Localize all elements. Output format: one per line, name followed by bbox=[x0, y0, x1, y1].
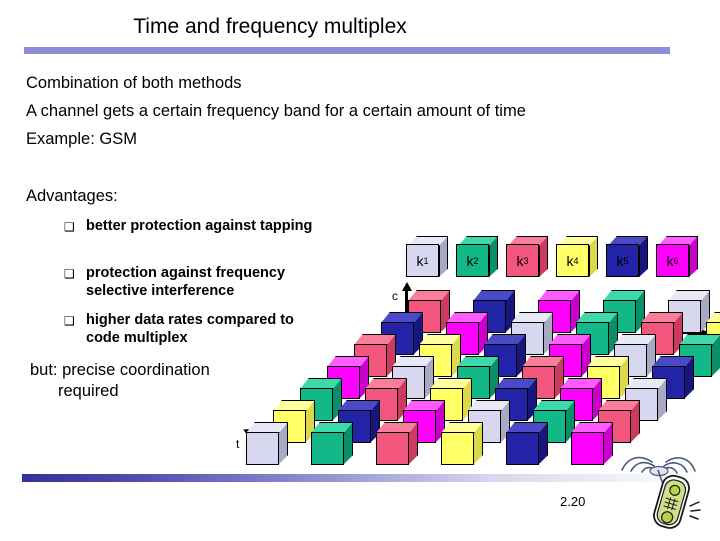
legend-cube-k3: k3 bbox=[506, 236, 548, 277]
list-item-label: better protection against tapping bbox=[86, 218, 313, 234]
legend-cube-k6: k6 bbox=[656, 236, 698, 277]
body-line-combination: Combination of both methods bbox=[26, 74, 242, 92]
slide-canvas: Time and frequency multiplex Combination… bbox=[0, 0, 720, 540]
cube-cell bbox=[571, 422, 613, 468]
conclusion-lead: but: precise coordination bbox=[30, 361, 210, 379]
legend-cube-face bbox=[506, 244, 539, 277]
cube-face bbox=[441, 432, 474, 465]
cube-cell bbox=[311, 422, 353, 468]
cube-face bbox=[376, 432, 409, 465]
cube-cell bbox=[246, 422, 288, 468]
legend-cube-k5: k5 bbox=[606, 236, 648, 277]
legend-cube-k1: k1 bbox=[406, 236, 448, 277]
cube-face bbox=[246, 432, 279, 465]
legend-cube-face bbox=[606, 244, 639, 277]
cube-cell bbox=[506, 422, 548, 468]
axis-c-label: c bbox=[392, 289, 398, 303]
legend-cube-face bbox=[406, 244, 439, 277]
conclusion-indent: required bbox=[58, 382, 119, 400]
channel-legend: k1k2k3k4k5k6 bbox=[406, 228, 716, 277]
cube-field-3d bbox=[246, 290, 720, 472]
bullet-marker-icon: ❑ bbox=[64, 314, 75, 328]
cube-face bbox=[571, 432, 604, 465]
page-title-text: Time and frequency multiplex bbox=[133, 15, 407, 38]
cube-cell bbox=[376, 422, 418, 468]
mobile-phone-icon bbox=[612, 440, 708, 536]
conclusion-text: but: precise coordination required bbox=[30, 360, 270, 402]
legend-cube-face bbox=[556, 244, 589, 277]
legend-cube-face bbox=[656, 244, 689, 277]
cube-face bbox=[506, 432, 539, 465]
page-number: 2.20 bbox=[560, 494, 586, 509]
body-line-channel: A channel gets a certain frequency band … bbox=[26, 102, 526, 120]
bullet-marker-icon: ❑ bbox=[64, 220, 75, 234]
legend-cube-k4: k4 bbox=[556, 236, 598, 277]
advantages-heading: Advantages: bbox=[26, 187, 118, 205]
legend-cube-k2: k2 bbox=[456, 236, 498, 277]
page-title: Time and frequency multiplex bbox=[0, 14, 720, 40]
footer-divider bbox=[22, 474, 700, 482]
title-divider bbox=[24, 47, 670, 54]
list-item: ❑ better protection against tapping bbox=[64, 217, 316, 235]
body-line-example: Example: GSM bbox=[26, 130, 137, 148]
cube-cell bbox=[441, 422, 483, 468]
axis-t-label: t bbox=[236, 437, 240, 451]
bullet-marker-icon: ❑ bbox=[64, 267, 75, 281]
cube-face bbox=[311, 432, 344, 465]
legend-cube-face bbox=[456, 244, 489, 277]
